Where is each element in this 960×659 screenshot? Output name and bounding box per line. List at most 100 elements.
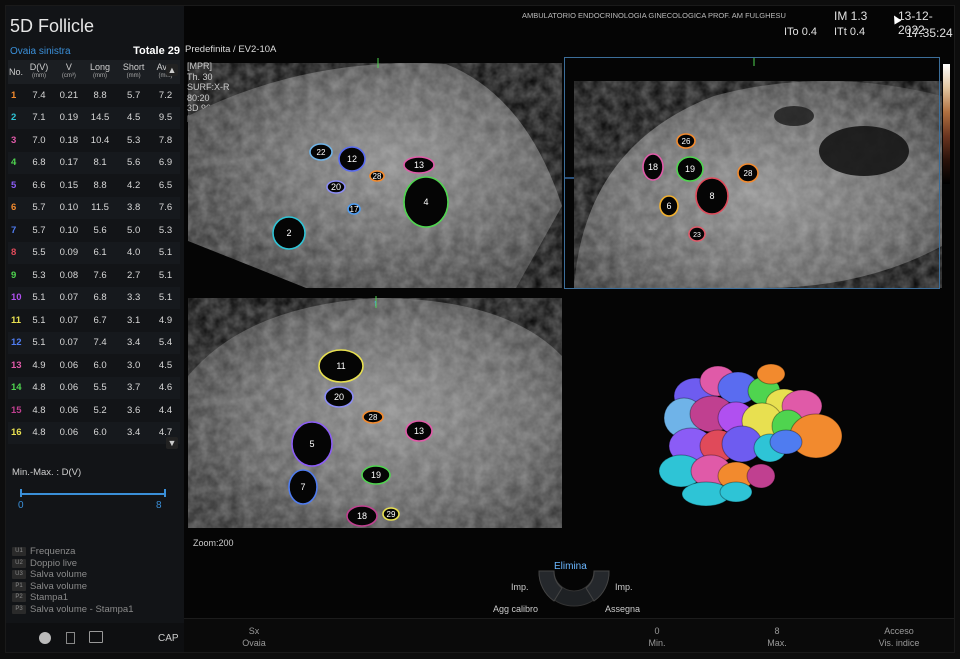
follicle-28[interactable]: 28: [362, 410, 384, 424]
follicle-7[interactable]: 7: [288, 469, 318, 505]
table-row[interactable]: 15 4.8 0.06 5.2 3.6 4.4: [8, 399, 180, 422]
app-title: 5D Follicle: [10, 16, 95, 36]
cell-dv: 6.8: [24, 151, 54, 174]
follicle-19[interactable]: 19: [361, 465, 391, 485]
delete-button[interactable]: Elimina: [554, 561, 587, 572]
table-row[interactable]: 8 5.5 0.09 6.1 4.0 5.1: [8, 241, 180, 264]
column-header[interactable]: No.: [8, 60, 24, 84]
column-header-unit: (mm): [93, 73, 108, 79]
follicle-17[interactable]: 17: [347, 203, 361, 215]
follicle-3d-blob: [719, 481, 753, 503]
cell-avg: 6.5: [158, 179, 173, 191]
cell-dv: 7.0: [32, 134, 46, 146]
cell-no: 16: [8, 421, 24, 444]
follicle-29[interactable]: 29: [382, 507, 400, 521]
table-row[interactable]: 2 7.1 0.19 14.5 4.5 9.5: [8, 106, 180, 129]
monitor-icon[interactable]: [89, 631, 103, 643]
cell-long: 7.6: [93, 269, 107, 281]
scroll-up-button[interactable]: ▲: [166, 64, 178, 76]
table-row[interactable]: 6 5.7 0.10 11.5 3.8 7.6: [8, 196, 180, 219]
cell-avg: 7.6: [151, 196, 180, 219]
shortcut-item[interactable]: U3 Salva volume: [12, 569, 134, 581]
follicle-label: 29: [387, 510, 396, 519]
table-row[interactable]: 10 5.1 0.07 6.8 3.3 5.1: [8, 286, 180, 309]
shortcut-key: U2: [12, 558, 26, 568]
follicle-12[interactable]: 12: [338, 146, 366, 172]
shortcut-item[interactable]: P1 Salva volume: [12, 581, 134, 593]
ovary-name[interactable]: Ovaia sinistra: [10, 46, 71, 57]
follicle-total: Totale 29: [133, 45, 180, 57]
imp-left-button[interactable]: Imp.: [511, 582, 529, 592]
table-row[interactable]: 12 5.1 0.07 7.4 3.4 5.4: [8, 331, 180, 354]
cell-no: 5: [11, 179, 17, 191]
shortcut-item[interactable]: P3 Salva volume - Stampa1: [12, 604, 134, 616]
softkey-ovary-value: Sx: [248, 626, 260, 636]
column-header[interactable]: Long (mm): [83, 60, 117, 84]
table-row[interactable]: 9 5.3 0.08 7.6 2.7 5.1: [8, 264, 180, 287]
shortcut-item[interactable]: P2 Stampa1: [12, 592, 134, 604]
cell-long: 8.8: [93, 179, 107, 191]
softkey-index-display[interactable]: Acceso Vis. indice: [864, 625, 934, 649]
follicle-2[interactable]: 2: [272, 216, 306, 250]
cell-avg: 5.1: [151, 241, 180, 264]
table-row[interactable]: 13 4.9 0.06 6.0 3.0 4.5: [8, 354, 180, 377]
column-header-label: Long: [90, 62, 111, 72]
shortcut-label: Stampa1: [30, 592, 69, 604]
column-header-unit: (cm³): [61, 73, 76, 79]
range-label: Min.-Max. : D(V): [12, 467, 82, 478]
softkey-max[interactable]: 8 Max.: [747, 625, 807, 649]
softkey-ovary[interactable]: Sx Ovaia: [224, 625, 284, 649]
shortcut-item[interactable]: U1 Frequenza: [12, 546, 134, 558]
follicle-20[interactable]: 20: [324, 386, 354, 408]
cell-short: 3.1: [127, 314, 141, 326]
record-icon[interactable]: [39, 632, 51, 644]
table-row[interactable]: 7 5.7 0.10 5.6 5.0 5.3: [8, 219, 180, 242]
cell-long: 7.4: [83, 331, 117, 354]
mpr-view-c[interactable]: ↑ 11 20 28 13 5 19 7 18 29: [186, 296, 564, 528]
table-row[interactable]: 3 7.0 0.18 10.4 5.3 7.8: [8, 129, 180, 152]
3d-follicle-render[interactable]: [566, 296, 946, 528]
cell-dv: 4.8: [32, 404, 46, 416]
cell-v: 0.21: [59, 89, 79, 101]
table-row[interactable]: 4 6.8 0.17 8.1 5.6 6.9: [8, 151, 180, 174]
range-slider[interactable]: [20, 489, 166, 497]
softkey-min[interactable]: 0 Min.: [627, 625, 687, 649]
table-row[interactable]: 14 4.8 0.06 5.5 3.7 4.6: [8, 376, 180, 399]
follicle-5[interactable]: 5: [291, 421, 333, 467]
clip-icon[interactable]: [66, 632, 75, 644]
table-row[interactable]: 1 7.4 0.21 8.8 5.7 7.2: [8, 84, 180, 107]
shortcut-label: Salva volume: [30, 569, 88, 581]
table-row[interactable]: 5 6.6 0.15 8.8 4.2 6.5: [8, 174, 180, 197]
cell-dv: 5.3: [32, 269, 46, 281]
follicle-13[interactable]: 13: [403, 156, 435, 174]
table-row[interactable]: 11 5.1 0.07 6.7 3.1 4.9: [8, 309, 180, 332]
cell-avg: 4.5: [158, 359, 173, 371]
add-caliper-button[interactable]: Agg calibro: [493, 604, 538, 614]
follicle-28[interactable]: 28: [369, 170, 385, 182]
follicle-20[interactable]: 20: [326, 180, 346, 194]
softkey-ovary-label: Ovaia: [242, 638, 266, 648]
cell-avg: 9.5: [151, 106, 180, 129]
column-header[interactable]: D(V) (mm): [24, 60, 54, 84]
cell-dv: 5.1: [24, 286, 54, 309]
table-header-row: No.D(V)(mm)V(cm³)Long(mm)Short(mm)Avg.(m…: [8, 60, 180, 84]
mpr-view-a[interactable]: 22 12 13 28 20 4 17 2: [186, 56, 564, 293]
follicle-22[interactable]: 22: [309, 143, 333, 161]
trackball-control-wheel[interactable]: [534, 566, 614, 616]
scroll-down-button[interactable]: ▼: [166, 437, 178, 449]
table-row[interactable]: 16 4.8 0.06 6.0 3.4 4.7: [8, 421, 180, 444]
column-header-label: No.: [8, 66, 23, 77]
follicle-4[interactable]: 4: [403, 176, 449, 228]
column-header[interactable]: Short (mm): [116, 60, 152, 84]
assign-button[interactable]: Assegna: [605, 604, 640, 614]
top-header: AMBULATORIO ENDOCRINOLOGIA GINECOLOGICA …: [184, 6, 954, 48]
cell-long: 5.2: [93, 404, 107, 416]
column-header[interactable]: V (cm³): [53, 60, 84, 84]
cell-long: 5.5: [83, 376, 117, 399]
imp-right-button[interactable]: Imp.: [615, 582, 633, 592]
follicle-11[interactable]: 11: [318, 349, 364, 383]
shortcut-item[interactable]: U2 Doppio live: [12, 558, 134, 570]
follicle-18[interactable]: 18: [346, 505, 378, 527]
softkey-max-value: 8: [774, 626, 780, 636]
follicle-13[interactable]: 13: [405, 420, 433, 442]
